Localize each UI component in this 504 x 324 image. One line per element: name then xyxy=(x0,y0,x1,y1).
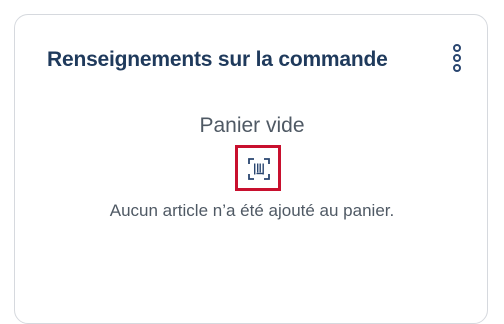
card-title: Renseignements sur la commande xyxy=(47,48,388,71)
order-details-card: Renseignements sur la commande Panier vi… xyxy=(14,14,488,324)
more-options-icon[interactable] xyxy=(449,42,465,76)
barcode-scan-icon[interactable] xyxy=(235,145,281,191)
empty-cart-title: Panier vide xyxy=(199,114,305,137)
empty-cart-description: Aucun article n’a été ajouté au panier. xyxy=(109,201,395,220)
